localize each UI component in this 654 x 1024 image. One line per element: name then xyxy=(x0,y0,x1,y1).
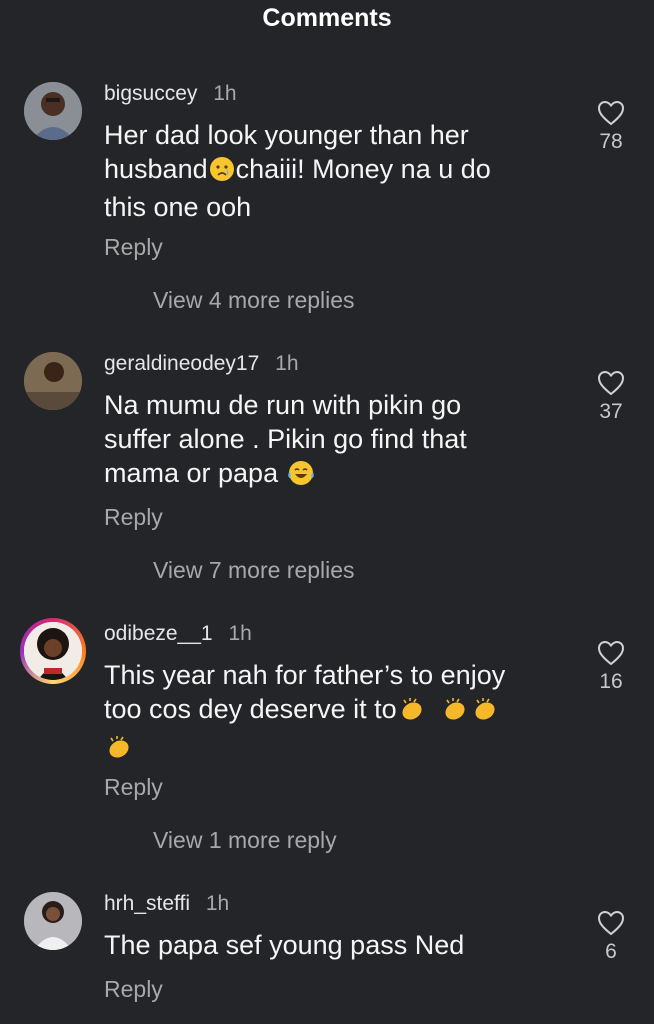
avatar[interactable] xyxy=(24,892,82,950)
reply-button[interactable]: Reply xyxy=(104,234,163,261)
avatar[interactable] xyxy=(24,352,82,410)
comment-text: Na mumu de run with pikin go suffer alon… xyxy=(104,388,574,494)
comment-meta: odibeze__1 1h xyxy=(104,622,252,646)
comment-text: This year nah for father’s to enjoy too … xyxy=(104,658,574,768)
comment-text: The papa sef young pass Ned xyxy=(104,928,574,962)
like-control: 6 xyxy=(590,910,632,964)
avatar-image xyxy=(24,892,82,950)
reply-button[interactable]: Reply xyxy=(104,504,163,531)
comment-text-line: husband xyxy=(104,154,208,184)
view-more-replies-button[interactable]: View 1 more reply xyxy=(153,827,337,854)
comment-text-line: The papa sef young pass Ned xyxy=(104,930,465,960)
heart-icon[interactable] xyxy=(597,910,625,936)
heart-icon[interactable] xyxy=(597,100,625,126)
comment-text-line: suffer alone . Pikin go find that xyxy=(104,424,467,454)
avatar xyxy=(24,622,82,680)
view-more-replies-button[interactable]: View 7 more replies xyxy=(153,557,355,584)
timestamp: 1h xyxy=(213,82,237,105)
clapping-hands-icon xyxy=(105,734,133,768)
comment-text-line: Her dad look younger than her xyxy=(104,120,469,150)
clapping-hands-icon xyxy=(398,696,426,730)
like-count: 6 xyxy=(605,940,617,963)
username[interactable]: odibeze__1 xyxy=(104,622,213,645)
timestamp: 1h xyxy=(228,622,252,645)
tears-of-joy-icon xyxy=(287,460,315,494)
avatar-image xyxy=(24,82,82,140)
comment-text-line: Na mumu de run with pikin go xyxy=(104,390,462,420)
username[interactable]: hrh_steffi xyxy=(104,892,190,915)
avatar-with-story-ring[interactable] xyxy=(20,618,86,684)
page-title: Comments xyxy=(262,4,392,32)
comment-meta: bigsuccey 1h xyxy=(104,82,237,106)
comment-text-line: This year nah for father’s to enjoy xyxy=(104,660,506,690)
timestamp: 1h xyxy=(275,352,299,375)
avatar-image xyxy=(24,622,82,680)
avatar-image xyxy=(24,352,82,410)
comment-text-line: this one ooh xyxy=(104,192,252,222)
comment-text-line: mama or papa xyxy=(104,458,279,488)
like-control: 37 xyxy=(590,370,632,424)
like-count: 78 xyxy=(599,130,623,153)
heart-icon[interactable] xyxy=(597,640,625,666)
reply-button[interactable]: Reply xyxy=(104,976,163,1003)
reply-button[interactable]: Reply xyxy=(104,774,163,801)
like-control: 78 xyxy=(590,100,632,154)
crying-face-icon xyxy=(209,156,235,190)
username[interactable]: geraldineodey17 xyxy=(104,352,259,375)
comment-text: Her dad look younger than her husband cha… xyxy=(104,118,574,224)
heart-icon[interactable] xyxy=(597,370,625,396)
like-control: 16 xyxy=(590,640,632,694)
like-count: 37 xyxy=(599,400,623,423)
like-count: 16 xyxy=(599,670,623,693)
comment-meta: hrh_steffi 1h xyxy=(104,892,229,916)
comment-text-line: chaiii! Money na u do xyxy=(235,154,491,184)
username[interactable]: bigsuccey xyxy=(104,82,197,105)
comment-meta: geraldineodey17 1h xyxy=(104,352,299,376)
comments-header: Comments xyxy=(0,0,654,38)
avatar[interactable] xyxy=(24,82,82,140)
comment-text-line: too cos dey deserve it to xyxy=(104,694,397,724)
clapping-hands-icon xyxy=(471,696,499,730)
clapping-hands-icon xyxy=(441,696,469,730)
view-more-replies-button[interactable]: View 4 more replies xyxy=(153,287,355,314)
timestamp: 1h xyxy=(205,892,230,915)
